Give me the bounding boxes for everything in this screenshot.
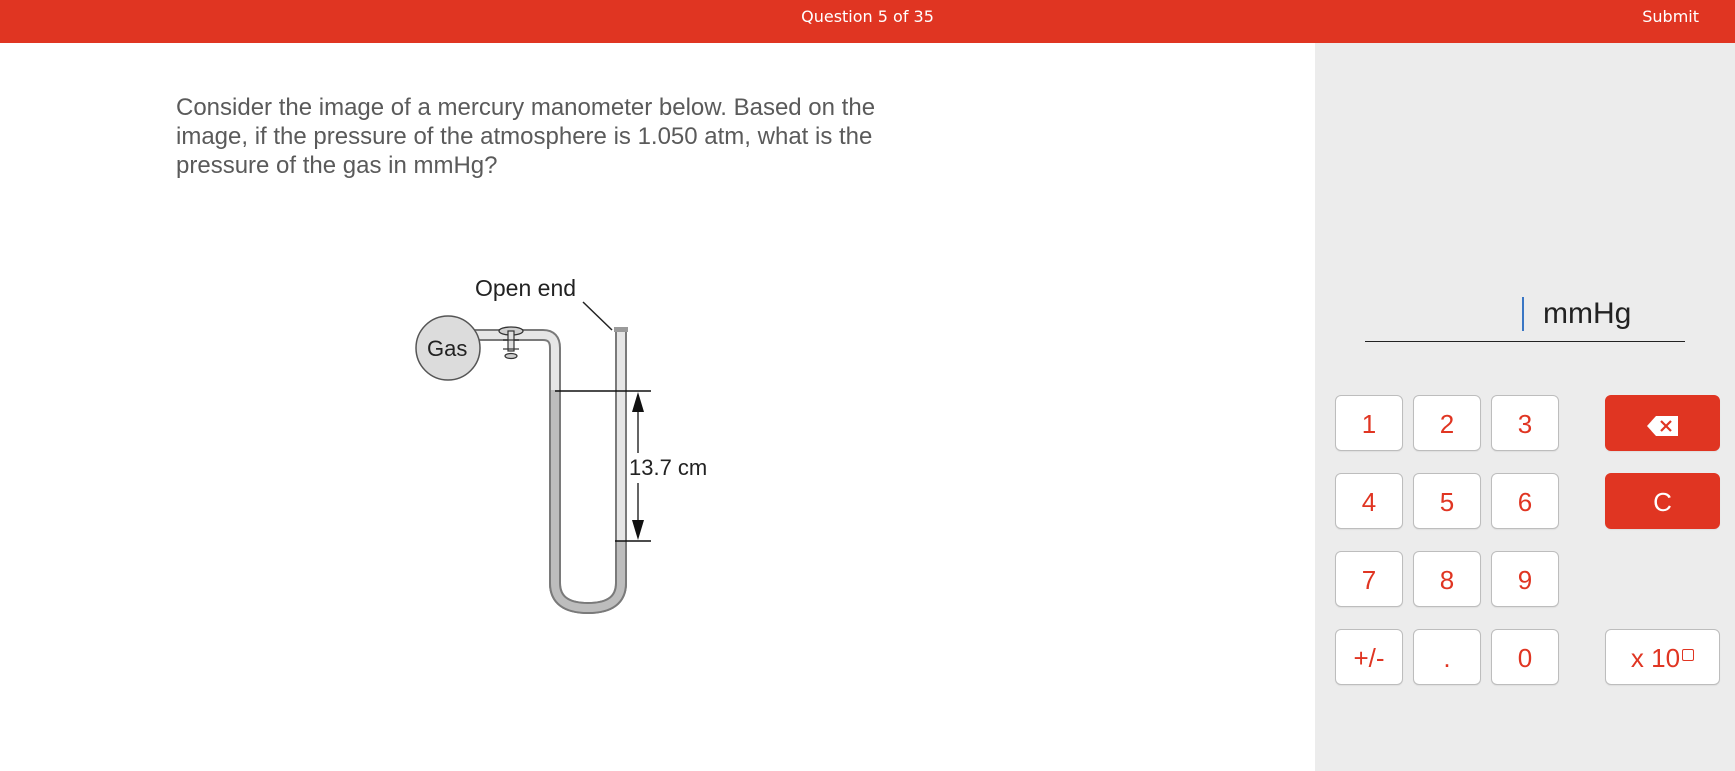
key-4[interactable]: 4 — [1335, 473, 1403, 529]
question-area: Consider the image of a mercury manomete… — [0, 43, 1315, 771]
key-7[interactable]: 7 — [1335, 551, 1403, 607]
valve-icon — [498, 326, 524, 360]
open-end-pointer — [582, 301, 613, 331]
text-caret — [1522, 297, 1524, 331]
backspace-button[interactable] — [1605, 395, 1720, 451]
key-2[interactable]: 2 — [1413, 395, 1481, 451]
manometer-figure: Open end Gas 13.7 cm — [405, 268, 735, 628]
submit-button[interactable]: Submit — [1642, 0, 1699, 33]
gas-label: Gas — [427, 336, 467, 361]
key-6[interactable]: 6 — [1491, 473, 1559, 529]
key-1[interactable]: 1 — [1335, 395, 1403, 451]
backspace-icon — [1646, 416, 1678, 436]
key-3[interactable]: 3 — [1491, 395, 1559, 451]
sci-notation-label: x 10 — [1630, 643, 1681, 673]
exponent-box-icon — [1682, 649, 1695, 661]
top-bar: Question 5 of 35 Submit — [0, 0, 1735, 43]
mercury-column — [549, 390, 627, 615]
key-decimal[interactable]: . — [1413, 629, 1481, 685]
key-0[interactable]: 0 — [1491, 629, 1559, 685]
key-9[interactable]: 9 — [1491, 551, 1559, 607]
height-label: 13.7 cm — [629, 455, 707, 480]
manometer-diagram: Open end Gas 13.7 cm — [415, 275, 730, 615]
question-counter: Question 5 of 35 — [801, 7, 934, 26]
answer-unit: mmHg — [1543, 297, 1632, 330]
clear-button[interactable]: C — [1605, 473, 1720, 529]
question-text: Consider the image of a mercury manomete… — [176, 94, 876, 179]
u-tube — [455, 329, 627, 615]
answer-field[interactable]: mmHg — [1365, 291, 1685, 342]
key-8[interactable]: 8 — [1413, 551, 1481, 607]
answer-panel: mmHg 1 2 3 4 5 6 7 8 9 +/- . 0 C x 10 — [1315, 43, 1735, 771]
open-end-label: Open end — [475, 275, 576, 301]
sci-notation-button[interactable]: x 10 — [1605, 629, 1720, 685]
key-plus-minus[interactable]: +/- — [1335, 629, 1403, 685]
key-5[interactable]: 5 — [1413, 473, 1481, 529]
